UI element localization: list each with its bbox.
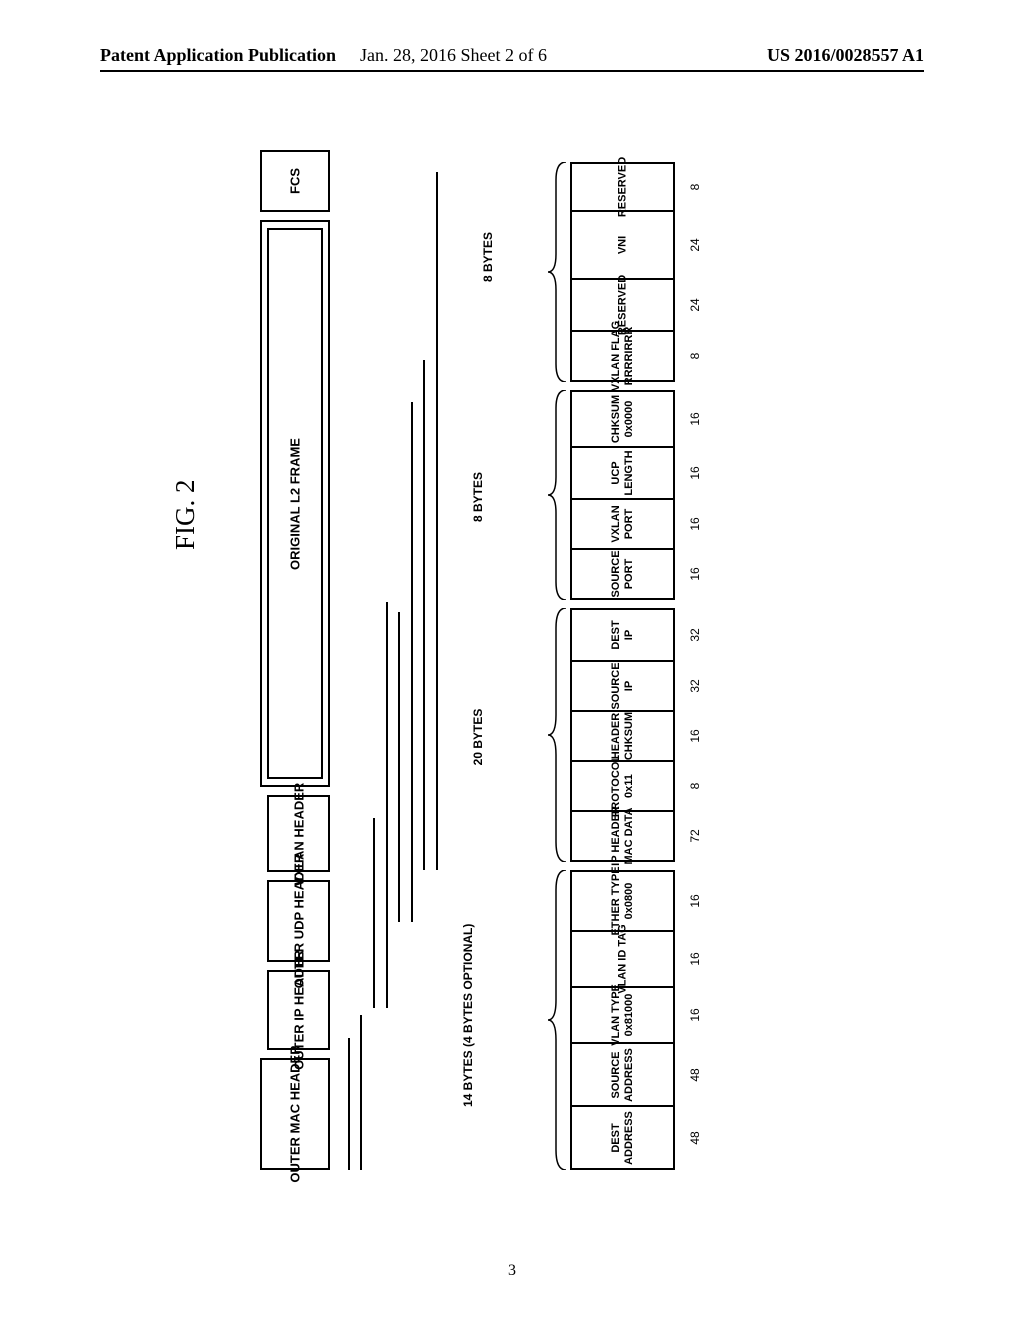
field-name: SOURCE PORT: [609, 550, 635, 597]
brace-outer-ip: [548, 608, 568, 862]
field-vlan-type: VLAN TYPE 0x81000: [570, 986, 675, 1044]
field-name: VXLAN PORT: [609, 505, 635, 542]
bits-value: 16: [688, 567, 702, 580]
field-name: ETHER TYPE 0x0800: [609, 866, 635, 935]
field-name: PROTOCOL 0x11: [609, 755, 635, 817]
segment-outer-mac-header: OUTER MAC HEADER: [260, 1058, 330, 1170]
bits-dest-ip: 32: [680, 608, 710, 662]
field-protocol: PROTOCOL 0x11: [570, 760, 675, 812]
bits-value: 16: [688, 729, 702, 742]
field-source-ip: SOURCE IP: [570, 660, 675, 712]
bits-value: 32: [688, 679, 702, 692]
segment-vxlan-header: VXLAN HEADER: [267, 795, 330, 872]
field-ip-header-mac-data: IP HEADER MAC DATA: [570, 810, 675, 862]
bits-vlan-type: 16: [680, 986, 710, 1044]
bits-value: 72: [688, 829, 702, 842]
figure-2-diagram: FIG. 2 OUTER MAC HEADER OUTER IP HEADER …: [170, 150, 890, 1170]
bits-vni: 24: [680, 210, 710, 280]
field-vni: VNI: [570, 210, 675, 280]
bits-source-address: 48: [680, 1042, 710, 1107]
bits-ip-header-mac-data: 72: [680, 810, 710, 862]
field-name: CHKSUM 0x0000: [609, 395, 635, 443]
bits-value: 8: [688, 353, 702, 360]
bits-value: 48: [688, 1068, 702, 1081]
field-chksum: CHKSUM 0x0000: [570, 390, 675, 448]
field-ucp-length: UCP LENGTH: [570, 446, 675, 500]
segment-label: FCS: [288, 168, 303, 194]
field-reserved-1: RESERVED: [570, 278, 675, 332]
header-left: Patent Application Publication: [100, 45, 336, 66]
brace-outer-udp: [548, 390, 568, 600]
field-name: VNI: [616, 236, 629, 254]
figure-label: FIG. 2: [170, 479, 201, 550]
field-name: UCP LENGTH: [609, 450, 635, 495]
bits-value: 8: [688, 184, 702, 191]
segment-fcs: FCS: [260, 150, 330, 212]
bits-value: 48: [688, 1131, 702, 1144]
field-name: SOURCE IP: [609, 662, 635, 709]
field-name: DEST ADDRESS: [609, 1111, 635, 1165]
bits-value: 16: [688, 412, 702, 425]
bits-chksum: 16: [680, 390, 710, 448]
header-center: Jan. 28, 2016 Sheet 2 of 6: [360, 45, 547, 66]
bits-value: 16: [688, 894, 702, 907]
header-rule: [100, 70, 924, 72]
brace-vxlan: [548, 162, 568, 382]
bits-value: 16: [688, 1008, 702, 1021]
field-source-address: SOURCE ADDRESS: [570, 1042, 675, 1107]
field-name: SOURCE ADDRESS: [609, 1048, 635, 1102]
page-number: 3: [508, 1262, 516, 1280]
field-vlan-id-tag: VLAN ID TAG: [570, 930, 675, 988]
field-vxlan-flag: VXLAN FLAG RRRRIRRR: [570, 330, 675, 382]
bits-vxlan-port: 16: [680, 498, 710, 550]
size-label-vxlan: 8 BYTES: [481, 227, 495, 287]
bits-reserved-2: 8: [680, 162, 710, 212]
bits-value: 16: [688, 466, 702, 479]
bits-value: 32: [688, 628, 702, 641]
field-name: HEADER CHKSUM: [609, 712, 635, 760]
segment-label: VXLAN HEADER: [291, 782, 306, 885]
bits-vlan-id-tag: 16: [680, 930, 710, 988]
bits-dest-address: 48: [680, 1105, 710, 1170]
bits-ether-type: 16: [680, 870, 710, 932]
field-ether-type: ETHER TYPE 0x0800: [570, 870, 675, 932]
bits-source-ip: 32: [680, 660, 710, 712]
header-right: US 2016/0028557 A1: [767, 45, 924, 66]
segment-outer-udp-header: OUTER UDP HEADER: [267, 880, 330, 962]
bits-reserved-1: 24: [680, 278, 710, 332]
bits-ucp-length: 16: [680, 446, 710, 500]
field-vxlan-port: VXLAN PORT: [570, 498, 675, 550]
field-name: RESERVED: [616, 157, 629, 217]
field-name: DEST IP: [609, 620, 635, 649]
bits-value: 24: [688, 298, 702, 311]
bits-value: 24: [688, 238, 702, 251]
bits-value: 16: [688, 517, 702, 530]
brace-outer-mac: [548, 870, 568, 1170]
bits-protocol: 8: [680, 760, 710, 812]
field-header-chksum: HEADER CHKSUM: [570, 710, 675, 762]
field-dest-address: DEST ADDRESS: [570, 1105, 675, 1170]
field-source-port: SOURCE PORT: [570, 548, 675, 600]
bits-source-port: 16: [680, 548, 710, 600]
bits-header-chksum: 16: [680, 710, 710, 762]
field-dest-ip: DEST IP: [570, 608, 675, 662]
bits-value: 8: [688, 783, 702, 790]
field-name: RESERVED: [616, 275, 629, 335]
segment-original-l2-frame: ORIGINAL L2 FRAME: [267, 228, 323, 779]
bits-vxlan-flag: 8: [680, 330, 710, 382]
field-reserved-2: RESERVED: [570, 162, 675, 212]
connector-vxlan: 8 BYTES: [348, 160, 578, 880]
bits-value: 16: [688, 952, 702, 965]
segment-label: ORIGINAL L2 FRAME: [288, 438, 303, 570]
